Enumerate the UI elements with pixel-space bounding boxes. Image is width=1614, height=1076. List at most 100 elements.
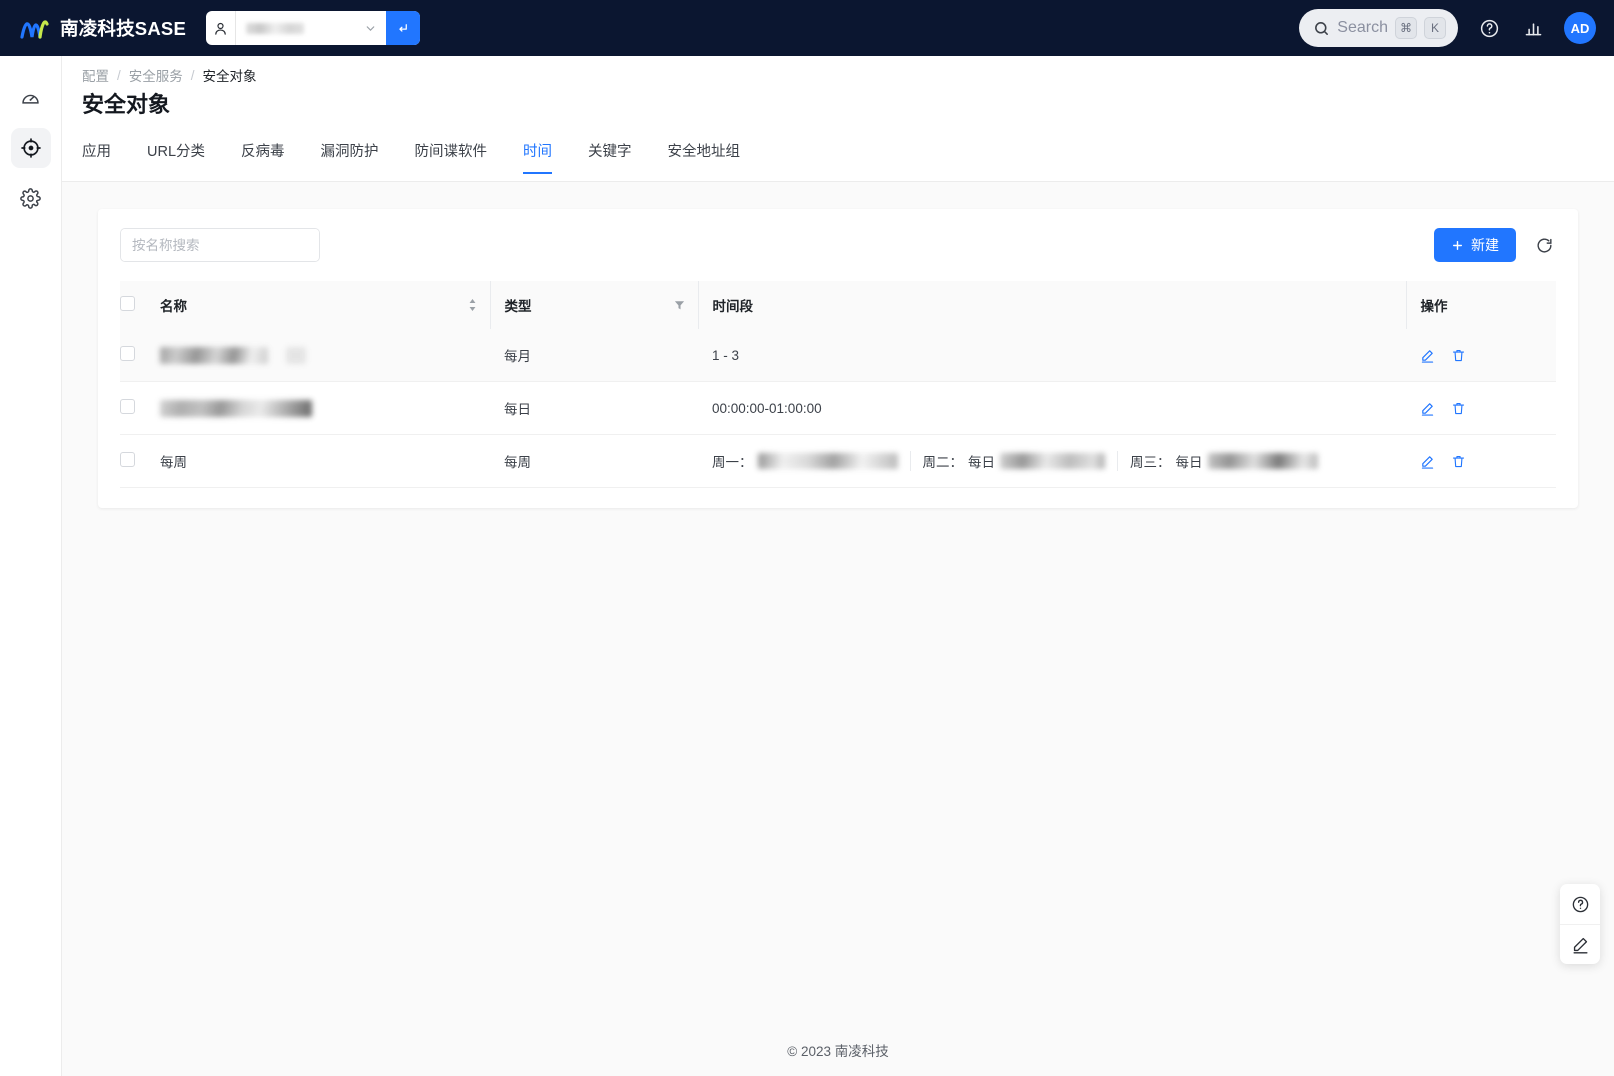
help-icon[interactable] (1476, 15, 1502, 41)
row-checkbox[interactable] (120, 452, 135, 467)
row-checkbox[interactable] (120, 346, 135, 361)
new-button-label: 新建 (1471, 237, 1499, 253)
gear-icon (20, 187, 41, 209)
brand[interactable]: 南凌科技SASE (20, 15, 186, 41)
row-select-cell (120, 329, 160, 382)
row-checkbox[interactable] (120, 399, 135, 414)
th-type-label: 类型 (504, 299, 532, 314)
row-select-cell (120, 381, 160, 435)
sidebar-item-settings[interactable] (11, 178, 51, 218)
table-head: 名称 类型 时间段 操作 (120, 281, 1556, 329)
trash-delete-icon[interactable] (1451, 401, 1466, 416)
week-segment-value-redacted (1207, 453, 1318, 469)
tab-url-category[interactable]: URL分类 (129, 140, 223, 174)
trash-delete-icon[interactable] (1451, 348, 1466, 363)
search-icon (1315, 21, 1329, 35)
search-by-name[interactable] (120, 228, 320, 262)
th-name-label: 名称 (160, 299, 187, 314)
breadcrumb-separator: / (190, 67, 195, 83)
nanling-logo-icon (20, 20, 49, 39)
row-name-cell: 每周 (160, 434, 490, 488)
tab-applications[interactable]: 应用 (82, 140, 129, 174)
new-button[interactable]: 新建 (1434, 228, 1516, 262)
breadcrumb-item-1[interactable]: 安全服务 (129, 65, 183, 85)
user-icon (206, 11, 236, 45)
brand-name: 南凌科技SASE (60, 18, 186, 39)
week-segment-label: 周三： (1130, 455, 1171, 470)
row-name-cell (160, 329, 490, 382)
tab-antivirus[interactable]: 反病毒 (223, 140, 303, 174)
page-content: 新建 名称 (62, 182, 1614, 1076)
refresh-icon (1536, 237, 1552, 253)
edit-pencil-icon (1572, 937, 1588, 954)
edit-pencil-icon[interactable] (1420, 454, 1435, 469)
row-name-redacted-tail (286, 346, 306, 364)
table-toolbar: 新建 (120, 227, 1556, 263)
tab-time[interactable]: 时间 (505, 140, 570, 174)
week-segment-label: 周二： (922, 455, 964, 470)
tenant-selector[interactable] (205, 11, 420, 45)
top-header-bar: 南凌科技SASE Search ⌘ K AD (0, 0, 1614, 56)
question-circle-icon (1572, 896, 1588, 912)
table-row[interactable]: 每周 每周 周一： 周二： 每日 周三： 每日 (120, 434, 1556, 488)
select-all-checkbox[interactable] (120, 296, 135, 311)
tab-bar: 应用 URL分类 反病毒 漏洞防护 防间谍软件 时间 关键字 安全地址组 (82, 140, 758, 174)
bar-chart-icon[interactable] (1520, 15, 1546, 41)
tab-anti-spyware[interactable]: 防间谍软件 (397, 140, 506, 174)
row-timespan-cell: 周一： 周二： 每日 周三： 每日 (698, 434, 1406, 488)
sort-arrows-icon[interactable] (467, 298, 478, 313)
week-segment-value: 每日 (1175, 455, 1203, 470)
tab-keywords[interactable]: 关键字 (570, 140, 650, 174)
search-input[interactable] (121, 229, 319, 261)
row-actions-cell (1406, 329, 1556, 382)
table-row[interactable]: 每日 00:00:00-01:00:00 (120, 381, 1556, 435)
tenant-enter-button[interactable] (385, 11, 420, 45)
toolbar-right-actions: 新建 (1434, 228, 1556, 262)
footer-copyright: © 2023 南凌科技 (787, 1044, 889, 1059)
tenant-value[interactable] (236, 11, 356, 45)
th-actions-label: 操作 (1420, 299, 1448, 314)
trash-delete-icon[interactable] (1451, 454, 1466, 469)
chevron-down-icon[interactable] (356, 11, 386, 45)
table-row[interactable]: 每月 1 - 3 (120, 329, 1556, 382)
global-search-placeholder: Search (1337, 19, 1388, 36)
table-header-row: 名称 类型 时间段 操作 (120, 281, 1556, 329)
floating-help-button[interactable] (1560, 884, 1600, 924)
table-body: 每月 1 - 3 每日 00:00:00-01:00:00 每周 每周 周一： … (120, 329, 1556, 488)
week-segment-wednesday: 周三： 每日 (1117, 451, 1330, 471)
week-segment-monday: 周一： (712, 451, 910, 471)
sidebar-item-security[interactable] (10, 128, 51, 168)
week-segment-value-redacted (1000, 453, 1105, 469)
week-segment-label: 周一： (712, 455, 753, 470)
avatar[interactable]: AD (1564, 12, 1596, 44)
row-type-cell: 每日 (490, 381, 698, 435)
th-timespan-label: 时间段 (712, 299, 754, 314)
th-name[interactable]: 名称 (160, 281, 490, 329)
edit-pencil-icon[interactable] (1420, 401, 1435, 416)
sidebar-item-dashboard[interactable] (11, 78, 51, 118)
kbd-key: K (1424, 17, 1446, 39)
breadcrumb: 配置 / 安全服务 / 安全对象 (82, 65, 257, 85)
row-type-cell: 每月 (490, 329, 698, 382)
breadcrumb-item-0[interactable]: 配置 (82, 65, 109, 85)
time-objects-table: 名称 类型 时间段 操作 每月 1 - 3 每日 00:00:00-01:00:… (120, 281, 1556, 488)
row-type-cell: 每周 (490, 434, 698, 488)
refresh-button[interactable] (1532, 233, 1556, 257)
global-search[interactable]: Search ⌘ K (1299, 9, 1458, 47)
tab-security-address-group[interactable]: 安全地址组 (650, 140, 759, 174)
edit-pencil-icon[interactable] (1420, 348, 1435, 363)
th-type[interactable]: 类型 (489, 281, 698, 329)
page-title: 安全对象 (82, 92, 171, 117)
tab-vulnerability-protection[interactable]: 漏洞防护 (303, 140, 397, 174)
breadcrumb-item-2: 安全对象 (202, 69, 257, 84)
breadcrumb-separator: / (117, 67, 121, 83)
filter-icon[interactable] (673, 299, 686, 312)
tenant-value-redacted (245, 22, 304, 34)
row-timespan-cell: 00:00:00-01:00:00 (698, 381, 1406, 435)
enter-arrow-icon (399, 23, 408, 32)
floating-feedback-button[interactable] (1560, 924, 1600, 964)
floating-support-widget (1560, 884, 1600, 964)
header-actions: Search ⌘ K AD (1299, 9, 1596, 47)
plus-icon (1453, 240, 1462, 250)
row-name-redacted (160, 346, 268, 364)
